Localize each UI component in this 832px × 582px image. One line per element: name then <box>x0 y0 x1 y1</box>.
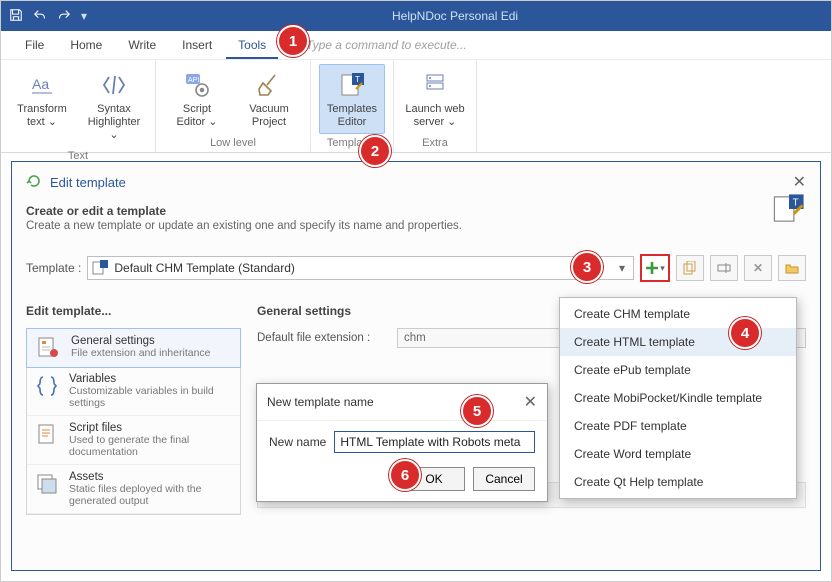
vacuum-project-button[interactable]: Vacuum Project <box>236 64 302 134</box>
cancel-button[interactable]: Cancel <box>473 467 535 491</box>
svg-text:API: API <box>188 77 199 84</box>
broom-icon <box>253 69 285 101</box>
menu-create-chm[interactable]: Create CHM template <box>560 300 796 328</box>
syntax-highlighter-button[interactable]: Syntax Highlighter ⌄ <box>81 64 147 147</box>
ribbon-tabs: File Home Write Insert Tools Type a comm… <box>1 31 831 60</box>
rename-template-button[interactable] <box>710 255 738 281</box>
side-item-general[interactable]: General settingsFile extension and inher… <box>26 328 241 368</box>
copy-icon <box>683 261 697 275</box>
tab-tools[interactable]: Tools <box>226 32 278 59</box>
ext-label: Default file extension : <box>257 332 397 344</box>
side-item-variables[interactable]: VariablesCustomizable variables in build… <box>27 367 240 416</box>
tab-insert[interactable]: Insert <box>170 32 224 59</box>
side-header: Edit template... <box>26 304 241 318</box>
script-file-icon <box>35 422 59 448</box>
template-combo-value: Default CHM Template (Standard) <box>114 261 615 275</box>
callout-2: 2 <box>359 135 391 167</box>
transform-text-button[interactable]: Aa Transform text ⌄ <box>9 64 75 134</box>
delete-x-icon: ✕ <box>753 261 763 275</box>
undo-icon[interactable] <box>33 8 47 25</box>
refresh-icon <box>26 173 42 192</box>
callout-4: 4 <box>729 317 761 349</box>
callout-3: 3 <box>571 251 603 283</box>
desc-title: Create or edit a template <box>26 204 462 218</box>
templates-editor-button[interactable]: T Templates Editor <box>319 64 385 134</box>
new-name-input[interactable] <box>334 431 535 453</box>
menu-create-pdf[interactable]: Create PDF template <box>560 412 796 440</box>
callout-1: 1 <box>277 25 309 57</box>
launch-web-server-button[interactable]: Launch web server ⌄ <box>402 64 468 134</box>
dialog-title: New template name <box>267 395 374 409</box>
svg-text:T: T <box>793 197 799 208</box>
ribbon-group-text: Aa Transform text ⌄ Syntax Highlighter ⌄… <box>1 60 156 152</box>
tab-write[interactable]: Write <box>116 32 168 59</box>
side-item-scripts[interactable]: Script filesUsed to generate the final d… <box>27 416 240 465</box>
rename-icon <box>717 261 731 275</box>
delete-template-button[interactable]: ✕ <box>744 255 772 281</box>
svg-text:T: T <box>355 75 360 84</box>
ribbon-group-lowlevel: API Script Editor ⌄ Vacuum Project Low l… <box>156 60 311 152</box>
open-folder-button[interactable] <box>778 255 806 281</box>
template-small-icon <box>92 260 108 276</box>
svg-text:Aa: Aa <box>32 76 49 92</box>
ribbon: Aa Transform text ⌄ Syntax Highlighter ⌄… <box>1 60 831 153</box>
dialog-close-icon[interactable]: ✕ <box>524 392 537 412</box>
callout-6: 6 <box>389 459 421 491</box>
folder-icon <box>785 261 799 275</box>
tell-me-hint: Type a command to execute... <box>306 38 467 52</box>
chevron-down-icon: ▾ <box>615 261 629 275</box>
menu-create-epub[interactable]: Create ePub template <box>560 356 796 384</box>
templates-editor-icon: T <box>336 69 368 101</box>
new-name-label: New name <box>269 435 326 449</box>
script-editor-button[interactable]: API Script Editor ⌄ <box>164 64 230 134</box>
template-label: Template : <box>26 261 81 275</box>
create-template-menu: Create CHM template Create HTML template… <box>559 297 797 499</box>
tell-me-box[interactable]: Type a command to execute... <box>288 38 467 52</box>
tab-file[interactable]: File <box>13 32 56 59</box>
duplicate-template-button[interactable] <box>676 255 704 281</box>
tab-home[interactable]: Home <box>58 32 114 59</box>
dropdown-caret-icon: ▾ <box>660 263 665 274</box>
transform-text-icon: Aa <box>26 69 58 101</box>
quick-access-toolbar: ▾ <box>9 8 87 25</box>
braces-icon <box>35 373 59 399</box>
menu-create-mobi[interactable]: Create MobiPocket/Kindle template <box>560 384 796 412</box>
side-item-assets[interactable]: AssetsStatic files deployed with the gen… <box>27 465 240 514</box>
add-template-button[interactable]: ▾ <box>640 254 670 282</box>
desc-sub: Create a new template or update an exist… <box>26 220 462 232</box>
ribbon-group-extra: Launch web server ⌄ Extra <box>394 60 477 152</box>
app-title: HelpNDoc Personal Edi <box>87 9 823 23</box>
titlebar: ▾ HelpNDoc Personal Edi <box>1 1 831 31</box>
menu-create-word[interactable]: Create Word template <box>560 440 796 468</box>
api-gear-icon: API <box>181 69 213 101</box>
close-icon[interactable]: ✕ <box>793 172 806 192</box>
callout-5: 5 <box>461 395 493 427</box>
save-icon[interactable] <box>9 8 23 25</box>
redo-icon[interactable] <box>57 8 71 25</box>
panel-title: Edit template <box>50 175 126 190</box>
assets-icon <box>35 471 59 497</box>
plus-icon <box>645 261 659 275</box>
server-icon <box>419 69 451 101</box>
menu-create-qt[interactable]: Create Qt Help template <box>560 468 796 496</box>
side-list: General settingsFile extension and inher… <box>26 328 241 515</box>
settings-page-icon <box>35 335 61 361</box>
template-combo[interactable]: Default CHM Template (Standard) ▾ <box>87 256 634 280</box>
template-big-icon: T <box>772 192 806 229</box>
code-brackets-icon <box>98 69 130 101</box>
